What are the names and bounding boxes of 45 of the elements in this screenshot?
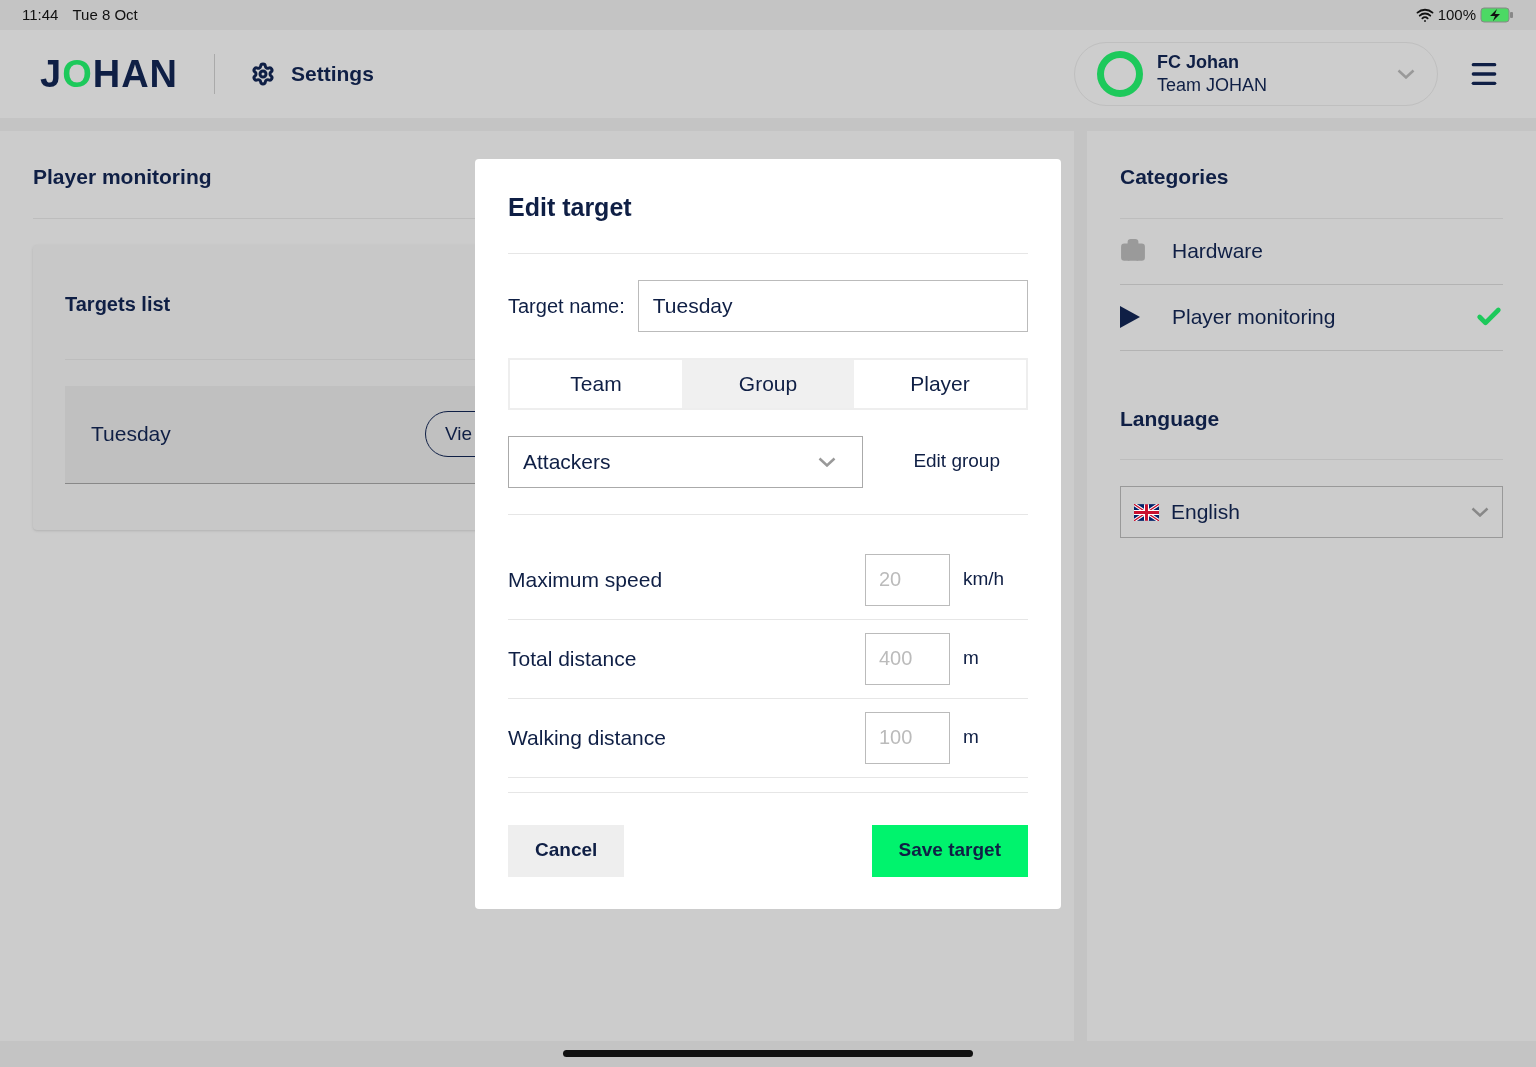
battery-percentage: 100%	[1437, 4, 1476, 25]
metric-label: Walking distance	[508, 724, 667, 751]
cancel-button[interactable]: Cancel	[508, 824, 625, 877]
category-item[interactable]: Hardware	[1120, 218, 1503, 285]
wifi-icon	[1415, 6, 1434, 24]
settings-icon	[251, 62, 276, 86]
language-select[interactable]: English	[1120, 486, 1503, 538]
play-icon	[1120, 306, 1140, 328]
briefcase-icon	[1120, 238, 1146, 264]
panel-title: Player monitoring	[33, 165, 212, 188]
metric-label: Total distance	[508, 645, 638, 672]
metric-unit: m	[962, 646, 980, 671]
category-item[interactable]: Player monitoring	[1120, 284, 1503, 351]
johan-logo: JOHAN	[40, 55, 179, 93]
metric-label: Maximum speed	[508, 566, 664, 593]
metric-unit: m	[962, 725, 980, 750]
uk-flag-icon	[1134, 503, 1159, 521]
battery-icon	[1480, 7, 1514, 23]
target-name: Tuesday	[91, 421, 172, 448]
club-ring-icon	[1097, 51, 1143, 97]
chevron-down-icon	[1471, 507, 1489, 517]
edit-group-link[interactable]: Edit group	[913, 447, 1000, 476]
group-select[interactable]: Attackers	[508, 435, 863, 488]
categories-title: Categories	[1120, 164, 1230, 190]
metric-input[interactable]: 100	[865, 711, 950, 764]
group-value: Attackers	[523, 448, 612, 475]
target-name-input[interactable]: Tuesday	[637, 279, 1028, 332]
language-title: Language	[1120, 405, 1221, 432]
club-name: FC Johan	[1157, 51, 1240, 74]
target-name-label: Target name:	[508, 293, 625, 319]
team-name: Team JOHAN	[1157, 74, 1269, 97]
save-target-button[interactable]: Save target	[871, 824, 1028, 877]
language-value: English	[1171, 499, 1241, 526]
chevron-down-icon	[1397, 69, 1415, 79]
metric-input[interactable]: 400	[865, 632, 950, 685]
category-label: Hardware	[1172, 238, 1265, 265]
chevron-down-icon	[818, 456, 836, 467]
target-type-tab[interactable]: Group	[682, 359, 854, 408]
dialog-title: Edit target	[508, 192, 633, 223]
category-label: Player monitoring	[1172, 304, 1337, 331]
metric-input[interactable]: 20	[865, 553, 950, 606]
status-date: Tue 8 Oct	[72, 4, 138, 25]
metric-unit: km/h	[962, 567, 1006, 592]
section-title: Settings	[291, 61, 374, 88]
status-time: 11:44	[22, 4, 59, 25]
